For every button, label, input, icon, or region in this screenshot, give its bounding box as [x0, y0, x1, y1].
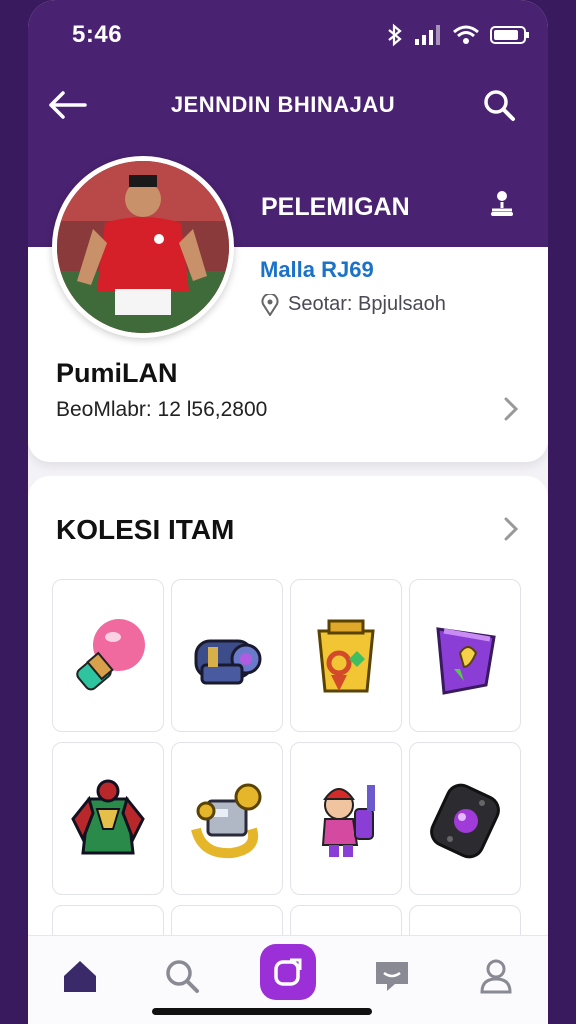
- share-profile-button[interactable]: [488, 188, 516, 223]
- profile-detail-button[interactable]: [502, 396, 520, 427]
- collection-item[interactable]: [290, 579, 402, 732]
- home-icon: [64, 961, 96, 992]
- status-bar: 5:46: [28, 18, 548, 52]
- nav-row: JENNDIN BHINAJAU: [28, 82, 548, 128]
- signal-icon: [415, 25, 440, 45]
- search-icon: [166, 960, 199, 993]
- status-icons: [386, 23, 530, 47]
- status-time: 5:46: [72, 21, 123, 48]
- nav-search[interactable]: [154, 948, 210, 1004]
- chevron-right-icon: [504, 517, 519, 541]
- treasure-box-icon: [317, 619, 375, 692]
- player-photo-icon: [57, 161, 229, 333]
- collection-item[interactable]: [409, 579, 521, 732]
- avatar[interactable]: [52, 156, 234, 338]
- nav-home[interactable]: [52, 948, 108, 1004]
- collection-item[interactable]: [290, 742, 402, 895]
- profile-icon: [480, 959, 512, 994]
- search-icon: [484, 90, 515, 121]
- bluetooth-icon: [388, 23, 402, 47]
- create-post-icon: [274, 958, 302, 986]
- cannon-icon: [194, 639, 262, 684]
- collection-item[interactable]: [409, 742, 521, 895]
- nav-create[interactable]: [260, 944, 316, 1000]
- chat-icon: [376, 962, 408, 991]
- potion-bulb-icon: [76, 618, 145, 690]
- profile-location-text: Seotar: Bpjulsaoh: [288, 293, 446, 315]
- collection-item[interactable]: [171, 742, 283, 895]
- profile-location: Seotar: Bpjulsaoh: [260, 293, 446, 316]
- collection-item[interactable]: [52, 742, 164, 895]
- collection-item[interactable]: [171, 579, 283, 732]
- profile-handle[interactable]: Malla RJ69: [260, 257, 374, 283]
- profile-name: PumiLAN: [56, 358, 178, 388]
- collection-item[interactable]: [52, 579, 164, 732]
- chevron-right-icon: [504, 397, 519, 421]
- hero-figure-icon: [321, 784, 375, 857]
- banner-label: PELEMIGAN: [261, 193, 410, 221]
- search-button[interactable]: [478, 84, 520, 126]
- wifi-icon: [453, 25, 479, 44]
- battery-icon: [490, 26, 529, 44]
- profile-stat: BeoMlabr: 12 l56,2800: [56, 398, 268, 421]
- arrow-left-icon: [49, 91, 87, 119]
- collection-more-button[interactable]: [502, 516, 520, 547]
- collection-title: KOLESI ITAM: [56, 514, 235, 545]
- location-pin-icon: [261, 293, 279, 316]
- gamepad-icon: [430, 783, 500, 858]
- app-screen: 5:46 JENNDIN BHINAJAU PELEMIGAN Malla RJ…: [28, 0, 548, 1024]
- home-indicator[interactable]: [152, 1008, 372, 1015]
- gold-gear-icon: [191, 783, 262, 858]
- nav-chat[interactable]: [364, 948, 420, 1004]
- nav-profile[interactable]: [468, 948, 524, 1004]
- page-title: JENNDIN BHINAJAU: [170, 92, 396, 117]
- shield-badge-icon: [436, 626, 496, 695]
- share-icon: [491, 191, 513, 216]
- armor-icon: [71, 779, 145, 854]
- back-button[interactable]: [46, 84, 88, 126]
